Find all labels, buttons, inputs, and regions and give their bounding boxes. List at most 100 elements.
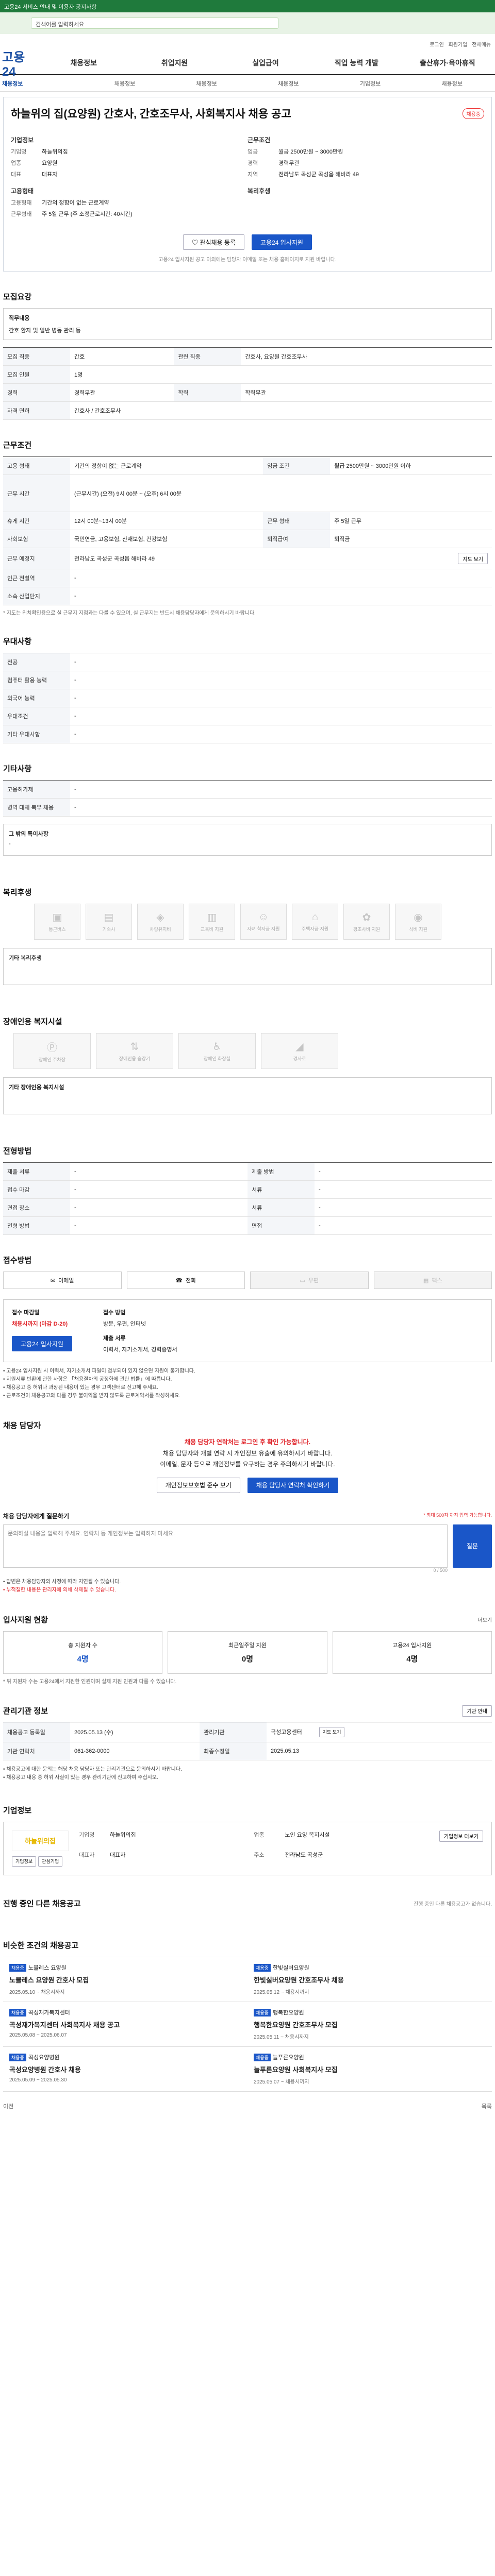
- row-key: 휴게 시간: [3, 512, 70, 530]
- meta-value: 대표자: [42, 172, 58, 178]
- scrap-button[interactable]: ♡ 관심채용 등록: [183, 234, 244, 250]
- welfare-etc-label: 기타 복리후생: [9, 955, 42, 961]
- gnb-item-training[interactable]: 직업 능력 개발: [311, 58, 402, 68]
- bullet: • 근로조건이 채용공고와 다를 경우 불이익을 받지 않도록 근로계약서를 작…: [3, 1393, 181, 1399]
- search-bar: 검색어를 입력하세요: [0, 12, 495, 34]
- table-row: 제출 서류 - 제출 방법 -: [3, 1162, 492, 1181]
- similar-job-card[interactable]: 채용중 곡성재가복지센터 곡성재가복지센터 사회복지사 채용 공고 2025.05.0…: [3, 2002, 248, 2047]
- row-key: 고용 형태: [3, 456, 70, 475]
- welfare-label: 기숙사: [102, 927, 116, 932]
- row-value: 2025.05.13: [266, 1742, 492, 1760]
- row-value: 061-362-0000: [70, 1742, 200, 1760]
- gnb-item-leave[interactable]: 출산휴가·육아휴직: [402, 58, 493, 68]
- question-textarea[interactable]: 문의하실 내용을 입력해 주세요. 연락처 등 개인정보는 입력하지 마세요.: [3, 1524, 448, 1568]
- welfare-item: ☺ 자녀 학자금 지원: [240, 904, 287, 940]
- apply-button-2[interactable]: 고용24 입사지원: [12, 1336, 72, 1351]
- row-value: -: [70, 1180, 248, 1199]
- row-key: 기관 연락처: [3, 1742, 70, 1760]
- contact-reveal-button[interactable]: 채용 담당자 연락처 확인하기: [247, 1477, 339, 1493]
- meta-value: 전라남도 곡성군: [285, 1852, 323, 1858]
- meta-value: 대표자: [110, 1852, 126, 1858]
- method-label: 전화: [185, 1278, 196, 1284]
- gnb-item-jobs[interactable]: 채용정보: [38, 58, 129, 68]
- map-button[interactable]: 지도 보기: [458, 553, 488, 564]
- section-title: 채용 담당자: [3, 1421, 41, 1430]
- similar-job-card[interactable]: 채용중 곡성요양병원 곡성요양병원 간호사 채용 2025.05.09 ~ 2025.…: [3, 2047, 248, 2092]
- company-logo: 하늘위의집: [12, 1830, 69, 1851]
- lnb-item[interactable]: 채용정보: [411, 79, 493, 88]
- signup-link[interactable]: 회원가입: [449, 42, 468, 48]
- lnb-item[interactable]: 기업정보: [329, 79, 411, 88]
- meta-key: 임금: [248, 149, 258, 155]
- privacy-button[interactable]: 개인정보보호법 준수 보기: [156, 1477, 240, 1493]
- meta-value: 요양원: [42, 160, 58, 166]
- scrap-label: 관심채용 등록: [200, 239, 236, 246]
- company-fav-button[interactable]: 관심기업: [38, 1856, 63, 1867]
- method-block: 접수 방법 방문, 우편, 인터넷 제출 서류 이력서, 자기소개서, 경력증명…: [103, 1308, 177, 1353]
- method-value: 방문, 우편, 인터넷: [103, 1321, 146, 1327]
- welfare-item: ▥ 교육비 지원: [189, 904, 235, 940]
- question-submit-button[interactable]: 질문: [453, 1524, 492, 1568]
- lnb-item[interactable]: 채용정보: [84, 79, 166, 88]
- search-input[interactable]: 검색어를 입력하세요: [31, 18, 278, 29]
- row-value: -: [70, 1216, 248, 1235]
- bullet: • 채용공고 내용 중 허위 사실이 있는 경우 관리기관에 신고하여 주십시오…: [3, 1774, 158, 1781]
- bullet: • 고용24 입사지원 시 이력서, 자기소개서 파일이 첨부되어 있지 않으면…: [3, 1368, 195, 1374]
- qna-counter-note: * 최대 500자 까지 입력 가능합니다.: [423, 1512, 492, 1518]
- lnb-item[interactable]: 채용정보: [248, 79, 329, 88]
- similar-job-card[interactable]: 채용중 행복한요양원 행복한요양원 간호조무사 모집 2025.05.11 ~ 채용시…: [248, 2002, 492, 2047]
- site-logo[interactable]: 고용24: [2, 47, 38, 79]
- table-row: 사회보험 국민연금, 고용보험, 산재보험, 건강보험 퇴직급여 퇴직금: [3, 530, 492, 548]
- section-title: 비슷한 조건의 채용공고: [3, 1941, 79, 1950]
- disabled-item: ◢ 경사로: [261, 1033, 338, 1069]
- row-value: 간호사 / 간호조무사: [70, 401, 492, 420]
- apply-note: 고용24 입사지원 공고 이외에는 담당자 이메일 또는 채용 홈페이지로 지원…: [158, 257, 337, 263]
- toilet-icon: ♿: [212, 1041, 222, 1053]
- method-label: 접수 방법: [103, 1310, 126, 1316]
- row-key: 근무 예정지: [3, 548, 70, 569]
- global-nav: 고용24 채용정보 취업지원 실업급여 직업 능력 개발 출산휴가·육아휴직: [0, 50, 495, 79]
- welfare-label: 식비 지원: [409, 927, 427, 932]
- row-key: 면접 장소: [3, 1198, 70, 1217]
- meta-value: 기간의 정함이 없는 근로계약: [42, 200, 109, 206]
- gnb-item-benefit[interactable]: 실업급여: [220, 58, 311, 68]
- similar-job-card[interactable]: 채용중 한빛실버요양원 한빛실버요양원 간호조무사 채용 2025.05.12 ~ 채…: [248, 1957, 492, 2002]
- table-row: 모집 인원 1명: [3, 365, 492, 384]
- prev-link[interactable]: 이전: [3, 2102, 13, 2110]
- gnb-item-support[interactable]: 취업지원: [129, 58, 220, 68]
- method-label: 우편: [308, 1278, 319, 1284]
- docs-value: 이력서, 자기소개서, 경력증명서: [103, 1347, 177, 1353]
- welfare-item: ✿ 경조사비 지원: [343, 904, 390, 940]
- table-row: 컴퓨터 활용 능력 -: [3, 671, 492, 689]
- row-value: -: [70, 780, 492, 799]
- stats-more-link[interactable]: 더보기: [477, 1616, 492, 1623]
- table-row: 모집 직종 간호 관련 직종 간호사, 요양원 간호조무사: [3, 347, 492, 366]
- manager-msg-3: 이메일, 문자 등으로 개인정보를 요구하는 경우 주의하시기 바랍니다.: [160, 1461, 335, 1468]
- company-more-button[interactable]: 기업정보 더보기: [439, 1830, 483, 1842]
- agency-button[interactable]: 기관 안내: [462, 1705, 492, 1717]
- agency-map-button[interactable]: 지도 보기: [319, 1726, 345, 1737]
- login-link[interactable]: 로그인: [430, 42, 444, 48]
- row-value: 간호: [70, 347, 174, 366]
- table-row: 면접 장소 - 서류 -: [3, 1198, 492, 1217]
- lnb-item[interactable]: 채용정보: [166, 79, 248, 88]
- lnb-item[interactable]: 채용정보: [2, 79, 84, 88]
- disabled-label: 경사로: [293, 1056, 306, 1061]
- apply-button[interactable]: 고용24 입사지원: [251, 234, 312, 250]
- company-logo-block: 하늘위의집 기업정보 관심기업: [12, 1830, 69, 1867]
- row-value: 12시 00분~13시 00분: [70, 512, 263, 530]
- row-key: 소속 산업단지: [3, 587, 70, 605]
- company-info-button[interactable]: 기업정보: [12, 1856, 37, 1867]
- post-method: ▭ 우편: [250, 1272, 369, 1289]
- table-row: 인근 전철역 -: [3, 569, 492, 587]
- all-menu-link[interactable]: 전체메뉴: [472, 42, 491, 48]
- row-key: 전공: [3, 653, 70, 671]
- similar-job-card[interactable]: 채용중 노블레스 요양원 노블레스 요양원 간호사 모집 2025.05.10 ~ 채…: [3, 1957, 248, 2002]
- extra-note: -: [9, 841, 11, 847]
- company-box: 하늘위의집 기업정보 관심기업 기업명 하늘위의집 업종 노인 요양 복지시설 대표…: [3, 1821, 492, 1875]
- meta-value: 경력무관: [278, 160, 300, 166]
- similar-job-card[interactable]: 채용중 늘푸른요양원 늘푸른요양원 사회복지사 모집 2025.05.07 ~ 채용시…: [248, 2047, 492, 2092]
- phone-method[interactable]: ☎ 전화: [126, 1272, 245, 1289]
- email-method[interactable]: ✉ 이메일: [3, 1272, 122, 1289]
- list-link[interactable]: 목록: [482, 2102, 492, 2110]
